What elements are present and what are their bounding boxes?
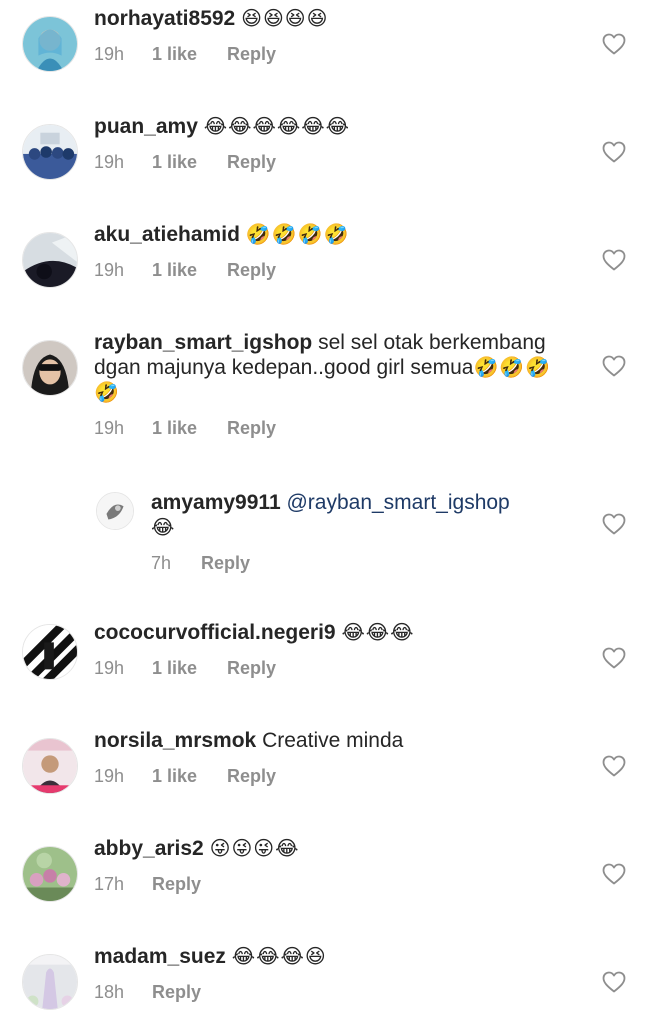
comment-username[interactable]: cococurvofficial.negeri9 (94, 621, 336, 644)
comment-emoji: 🤣🤣🤣🤣 (245, 222, 350, 246)
comment-time: 17h (94, 874, 125, 894)
comment-likes[interactable]: 1 like (152, 656, 227, 681)
reply-button[interactable]: Reply (227, 416, 276, 441)
comment-username[interactable]: puan_amy (94, 115, 198, 138)
comment-username[interactable]: abby_aris2 (94, 837, 204, 860)
reply-button[interactable]: Reply (227, 150, 276, 175)
mention-link[interactable]: @rayban_smart_igshop (286, 491, 509, 514)
comment-time: 19h (94, 152, 125, 172)
comment-time: 18h (94, 982, 125, 1002)
heart-outline-icon[interactable] (602, 513, 626, 535)
comment-username[interactable]: norsila_mrsmok (94, 729, 256, 752)
avatar[interactable] (22, 232, 78, 288)
avatar[interactable] (22, 340, 78, 396)
heart-outline-icon[interactable] (602, 971, 626, 993)
comment-likes[interactable]: 1 like (152, 150, 227, 175)
comment-username[interactable]: aku_atiehamid (94, 223, 240, 246)
avatar[interactable] (22, 846, 78, 902)
comment-emoji: 😆😆😆😆 (241, 6, 329, 30)
heart-outline-icon[interactable] (602, 647, 626, 669)
comment-emoji: 😜😜😜😂 (209, 836, 300, 860)
comment-time: 19h (94, 44, 125, 64)
avatar[interactable] (22, 954, 78, 1010)
avatar[interactable] (96, 492, 134, 530)
reply-button[interactable]: Reply (227, 42, 276, 67)
heart-outline-icon[interactable] (602, 141, 626, 163)
avatar[interactable] (22, 124, 78, 180)
reply-button[interactable]: Reply (227, 258, 276, 283)
heart-outline-icon[interactable] (602, 755, 626, 777)
comments-list: norhayati8592 😆😆😆😆 19h 1 like Reply puan… (0, 0, 664, 1024)
comment-username[interactable]: amyamy9911 (151, 491, 281, 514)
comment-likes[interactable]: 1 like (152, 258, 227, 283)
comment-likes[interactable]: 1 like (152, 764, 227, 789)
heart-outline-icon[interactable] (602, 355, 626, 377)
comment-username[interactable]: norhayati8592 (94, 7, 235, 30)
reply-button[interactable]: Reply (152, 980, 201, 1005)
avatar[interactable] (22, 624, 78, 680)
comment-likes[interactable]: 1 like (152, 416, 227, 441)
comment-username[interactable]: madam_suez (94, 945, 226, 968)
avatar[interactable] (22, 16, 78, 72)
comment-likes[interactable]: 1 like (152, 42, 227, 67)
reply-button[interactable]: Reply (152, 872, 201, 897)
comment-emoji: 😂😂😂😆 (231, 944, 327, 968)
reply-button[interactable]: Reply (227, 764, 276, 789)
comment-emoji: 😂😂😂 (341, 620, 415, 644)
heart-outline-icon[interactable] (602, 33, 626, 55)
reply-button[interactable]: Reply (201, 551, 250, 576)
comment-time: 19h (94, 418, 125, 438)
comment-time: 19h (94, 766, 125, 786)
reply-button[interactable]: Reply (227, 656, 276, 681)
heart-outline-icon[interactable] (602, 863, 626, 885)
comment-emoji: 😂😂😂😂😂😂 (203, 114, 350, 138)
avatar[interactable] (22, 738, 78, 794)
comment-emoji: 😂 (151, 515, 176, 539)
comment-username[interactable]: rayban_smart_igshop (94, 331, 312, 354)
comment-time: 19h (94, 260, 125, 280)
comment-text: Creative minda (262, 729, 404, 752)
comment-time: 19h (94, 658, 125, 678)
comment-time: 7h (151, 553, 172, 573)
heart-outline-icon[interactable] (602, 249, 626, 271)
